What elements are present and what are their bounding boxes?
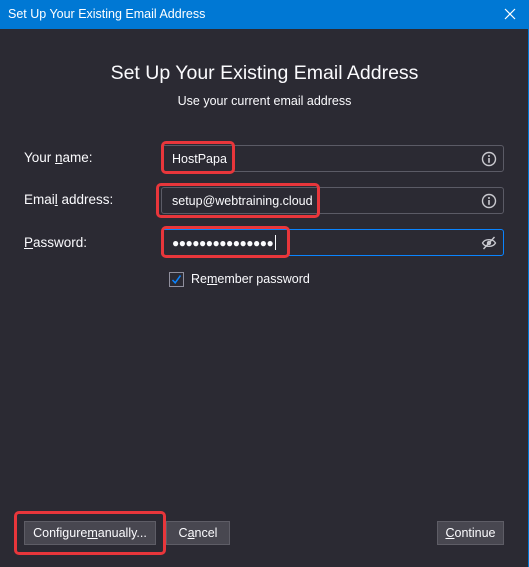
access-key: C — [445, 526, 455, 540]
access-key: m — [206, 272, 218, 286]
email-input[interactable]: setup@webtraining.cloud — [161, 187, 504, 214]
name-info-button[interactable] — [481, 151, 497, 167]
info-icon — [481, 151, 497, 167]
label-text: Re — [191, 272, 207, 286]
button-text: anually... — [97, 526, 147, 540]
access-key: a — [187, 526, 195, 540]
label-text: Emai — [24, 192, 55, 207]
button-text: Configure — [33, 526, 88, 540]
name-label: Your name: — [24, 150, 93, 165]
access-key: n — [55, 150, 63, 165]
label-text: Your — [24, 150, 56, 165]
configure-manually-button[interactable]: Configure m anually... — [24, 521, 156, 545]
access-key: m — [87, 526, 98, 540]
password-value: ●●●●●●●●●●●●●●● — [172, 235, 277, 250]
button-text: C — [178, 526, 188, 540]
info-icon — [481, 193, 497, 209]
page-title: Set Up Your Existing Email Address — [110, 62, 419, 84]
name-input[interactable]: HostPapa — [161, 145, 504, 172]
label-text: ember password — [217, 272, 310, 286]
email-info-button[interactable] — [481, 193, 497, 209]
button-text: ontinue — [454, 526, 496, 540]
eye-slash-icon — [481, 236, 497, 250]
cancel-button[interactable]: Ca ncel — [166, 521, 230, 545]
title-bar: Set Up Your Existing Email Address — [0, 0, 529, 29]
dialog-window: Set Up Your Existing Email Address Set U… — [0, 0, 529, 567]
continue-button[interactable]: Continue — [437, 521, 504, 545]
remember-password-label[interactable]: Remember password — [191, 272, 310, 286]
email-label: Email address: — [24, 192, 113, 207]
password-dots: ●●●●●●●●●●●●●●● — [172, 236, 274, 250]
text-caret — [275, 235, 277, 250]
toggle-password-visibility-button[interactable] — [481, 235, 497, 251]
checkmark-icon — [171, 275, 182, 284]
label-text: assword: — [33, 235, 88, 250]
label-text: ame: — [62, 150, 93, 165]
window-title: Set Up Your Existing Email Address — [8, 7, 206, 21]
remember-password-checkbox[interactable] — [169, 272, 184, 287]
close-icon — [504, 8, 516, 20]
label-text: address: — [57, 192, 114, 207]
name-value: HostPapa — [172, 152, 227, 166]
close-button[interactable] — [499, 3, 521, 25]
button-text: ncel — [194, 526, 218, 540]
password-input[interactable]: ●●●●●●●●●●●●●●● — [161, 229, 504, 256]
email-value: setup@webtraining.cloud — [172, 194, 313, 208]
page-subtitle: Use your current email address — [177, 94, 352, 108]
password-label: Password: — [24, 235, 87, 250]
access-key: P — [24, 235, 34, 250]
